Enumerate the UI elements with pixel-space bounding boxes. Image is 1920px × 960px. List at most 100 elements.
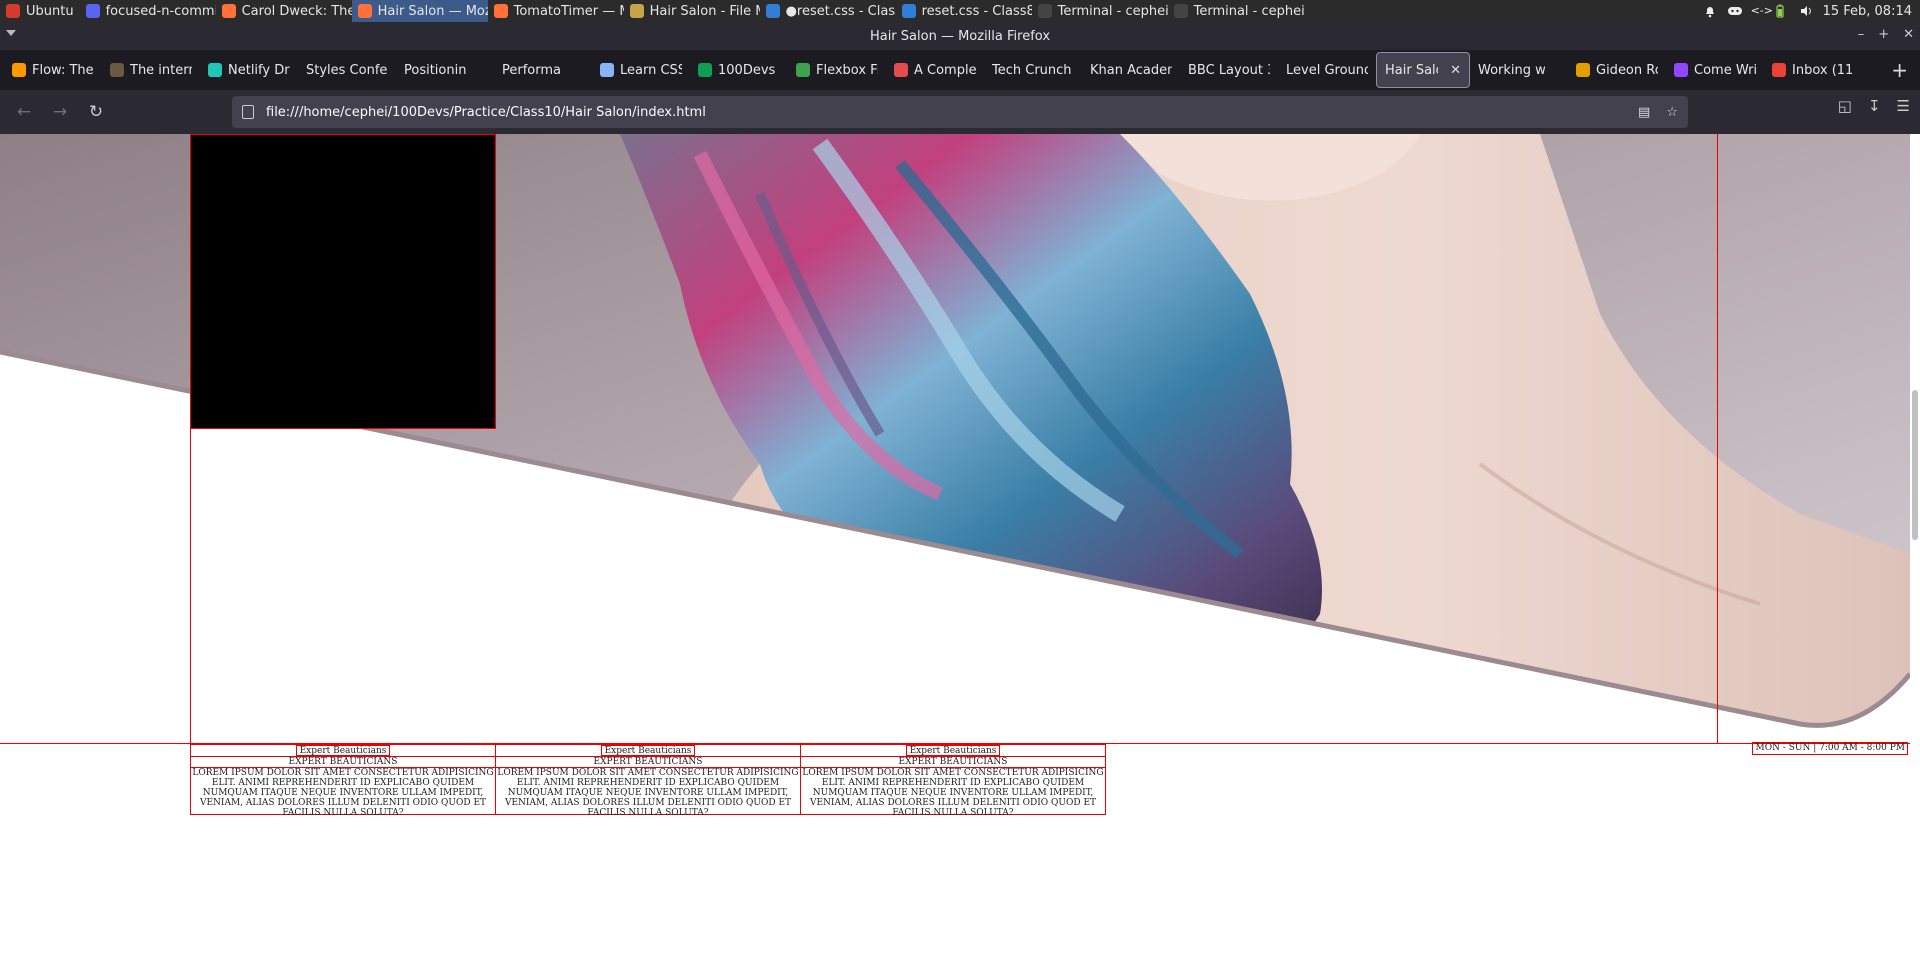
tab-label: Styles Confer [306, 62, 388, 78]
taskbar-window-item[interactable]: ​focused-n-committ... [80, 0, 216, 22]
browser-tab[interactable]: Learn CSS [592, 52, 690, 88]
browser-tab[interactable]: Flow: The [4, 52, 102, 88]
taskbar-window-item[interactable]: Terminal - cephei@ce... [1032, 0, 1168, 22]
window-titlebar: Hair Salon — Mozilla Firefox – + ✕ [0, 22, 1920, 50]
debug-outline-left [190, 134, 191, 744]
feature-subtitle: Expert Beauticians [898, 757, 1008, 767]
favicon-icon [1674, 63, 1688, 77]
scrollbar-thumb[interactable] [1912, 390, 1918, 540]
reload-button[interactable]: ↻ [78, 97, 114, 127]
app-icon [6, 4, 20, 18]
favicon-icon [110, 63, 124, 77]
url-text[interactable]: file:///home/cephei/100Devs/Practice/Cla… [266, 105, 706, 120]
toolbar-right: ◱ ↧ ☰ [1838, 97, 1910, 115]
browser-tab[interactable]: Gideon Ro [1568, 52, 1666, 88]
taskbar-window-item[interactable]: Terminal - cephei@ce... [1168, 0, 1304, 22]
feature-body: Lorem ipsum dolor sit amet consectetur a… [496, 767, 800, 818]
tab-label: Come Wri [1694, 62, 1756, 78]
network-arrows-icon[interactable]: <-> [1751, 4, 1773, 18]
browser-tab[interactable]: Working w [1470, 52, 1568, 88]
browser-tab[interactable]: The intern [102, 52, 200, 88]
black-overlay-box [190, 134, 496, 429]
pocket-icon[interactable]: ◱ [1838, 97, 1852, 115]
tab-label: BBC Layout 3 [1188, 62, 1270, 78]
close-window-button[interactable]: ✕ [1903, 27, 1914, 42]
favicon-icon [1772, 63, 1786, 77]
tab-close-icon[interactable]: ✕ [1450, 63, 1461, 78]
browser-tab[interactable]: Styles Confer [298, 52, 396, 88]
taskbar-window-item[interactable]: Hair Salon — Mozilla ... [351, 0, 488, 22]
taskbar-window-item[interactable]: ●reset.css - Class10 -... [760, 0, 896, 22]
taskbar-window-item[interactable]: reset.css - Class8 - Vis... [896, 0, 1032, 22]
tab-label: Flexbox Fr [816, 62, 878, 78]
app-icon [85, 4, 100, 18]
taskbar-window-label: TomatoTimer — Mozil... [513, 3, 624, 19]
url-actions: ▤ ☆ [1638, 105, 1688, 120]
browser-tab[interactable]: Khan Academ [1082, 52, 1180, 88]
forward-button[interactable]: → [42, 97, 78, 127]
maximize-button[interactable]: + [1878, 27, 1889, 42]
notification-bell-icon[interactable] [1703, 4, 1717, 18]
feature-body: Lorem ipsum dolor sit amet consectetur a… [191, 767, 495, 818]
page-icon [242, 105, 254, 119]
reader-view-icon[interactable]: ▤ [1638, 105, 1650, 120]
browser-tab[interactable]: Come Wri [1666, 52, 1764, 88]
clock[interactable]: 15 Feb, 08:14 [1823, 4, 1912, 19]
tab-label: Working w [1478, 62, 1546, 78]
browser-tab[interactable]: A Comple [886, 52, 984, 88]
browser-tab[interactable]: Flexbox Fr [788, 52, 886, 88]
page-scrollbar[interactable] [1910, 134, 1920, 960]
window-menu-icon[interactable] [6, 30, 16, 36]
new-tab-button[interactable]: + [1879, 58, 1920, 82]
browser-tab[interactable]: Level Ground [1278, 52, 1376, 88]
app-icon [357, 4, 372, 18]
feature-subtitle: Expert Beauticians [288, 757, 398, 767]
tab-label: Tech Crunch [992, 62, 1072, 78]
navigation-toolbar: ← → ↻ file:///home/cephei/100Devs/Practi… [0, 90, 1920, 134]
taskbar-window-list: Ubuntu ​focused-n-committ... Carol Dweck: … [0, 0, 1304, 22]
taskbar-window-item[interactable]: Ubuntu [0, 0, 80, 22]
browser-tab[interactable]: Netlify Dr [200, 52, 298, 88]
discord-tray-icon[interactable] [1727, 4, 1742, 18]
tab-label: Gideon Ro [1596, 62, 1658, 78]
back-button[interactable]: ← [6, 97, 42, 127]
app-icon [493, 4, 508, 18]
tab-label: A Comple [914, 62, 976, 78]
browser-tab[interactable]: Tech Crunch [984, 52, 1082, 88]
tab-label: Performa [502, 62, 561, 78]
app-icon [901, 4, 916, 18]
browser-tab[interactable]: Positionin [396, 52, 494, 88]
browser-tab[interactable]: 100Devs - [690, 52, 788, 88]
taskbar-window-label: ​focused-n-committ... [105, 3, 216, 19]
feature-subtitle: Expert Beauticians [593, 757, 703, 767]
taskbar-window-label: Carol Dweck: The pow... [241, 3, 352, 19]
browser-tab[interactable]: Hair Salon ✕ [1376, 52, 1470, 88]
app-icon [765, 4, 780, 18]
favicon-icon [1576, 63, 1590, 77]
taskbar-window-label: reset.css - Class8 - Vis... [921, 3, 1032, 19]
url-bar[interactable]: file:///home/cephei/100Devs/Practice/Cla… [232, 96, 1688, 128]
browser-tab[interactable]: Performa [494, 52, 592, 88]
favicon-icon [600, 63, 614, 77]
browser-tab[interactable]: Inbox (11 [1764, 52, 1862, 88]
feature-body: Lorem ipsum dolor sit amet consectetur a… [801, 767, 1105, 818]
taskbar-window-item[interactable]: TomatoTimer — Mozil... [488, 0, 624, 22]
volume-icon[interactable] [1799, 4, 1813, 18]
tab-label: Inbox (11 [1792, 62, 1854, 78]
browser-tab[interactable]: BBC Layout 3 [1180, 52, 1278, 88]
taskbar-window-label: Hair Salon — Mozilla ... [377, 3, 488, 19]
window-title: Hair Salon — Mozilla Firefox [869, 28, 1051, 44]
taskbar-window-label: Terminal - cephei@ce... [1057, 3, 1168, 19]
taskbar-window-item[interactable]: Hair Salon - File Mana... [624, 0, 760, 22]
minimize-button[interactable]: – [1858, 27, 1865, 42]
tab-label: 100Devs - [718, 62, 780, 78]
app-icon [1037, 4, 1052, 18]
battery-icon[interactable] [1775, 4, 1789, 18]
tab-label: Positionin [404, 62, 467, 78]
tab-label: The intern [130, 62, 192, 78]
downloads-icon[interactable]: ↧ [1868, 97, 1881, 115]
bookmark-star-icon[interactable]: ☆ [1666, 105, 1678, 120]
app-menu-icon[interactable]: ☰ [1897, 97, 1910, 115]
taskbar-window-item[interactable]: Carol Dweck: The pow... [216, 0, 352, 22]
favicon-icon [12, 63, 26, 77]
